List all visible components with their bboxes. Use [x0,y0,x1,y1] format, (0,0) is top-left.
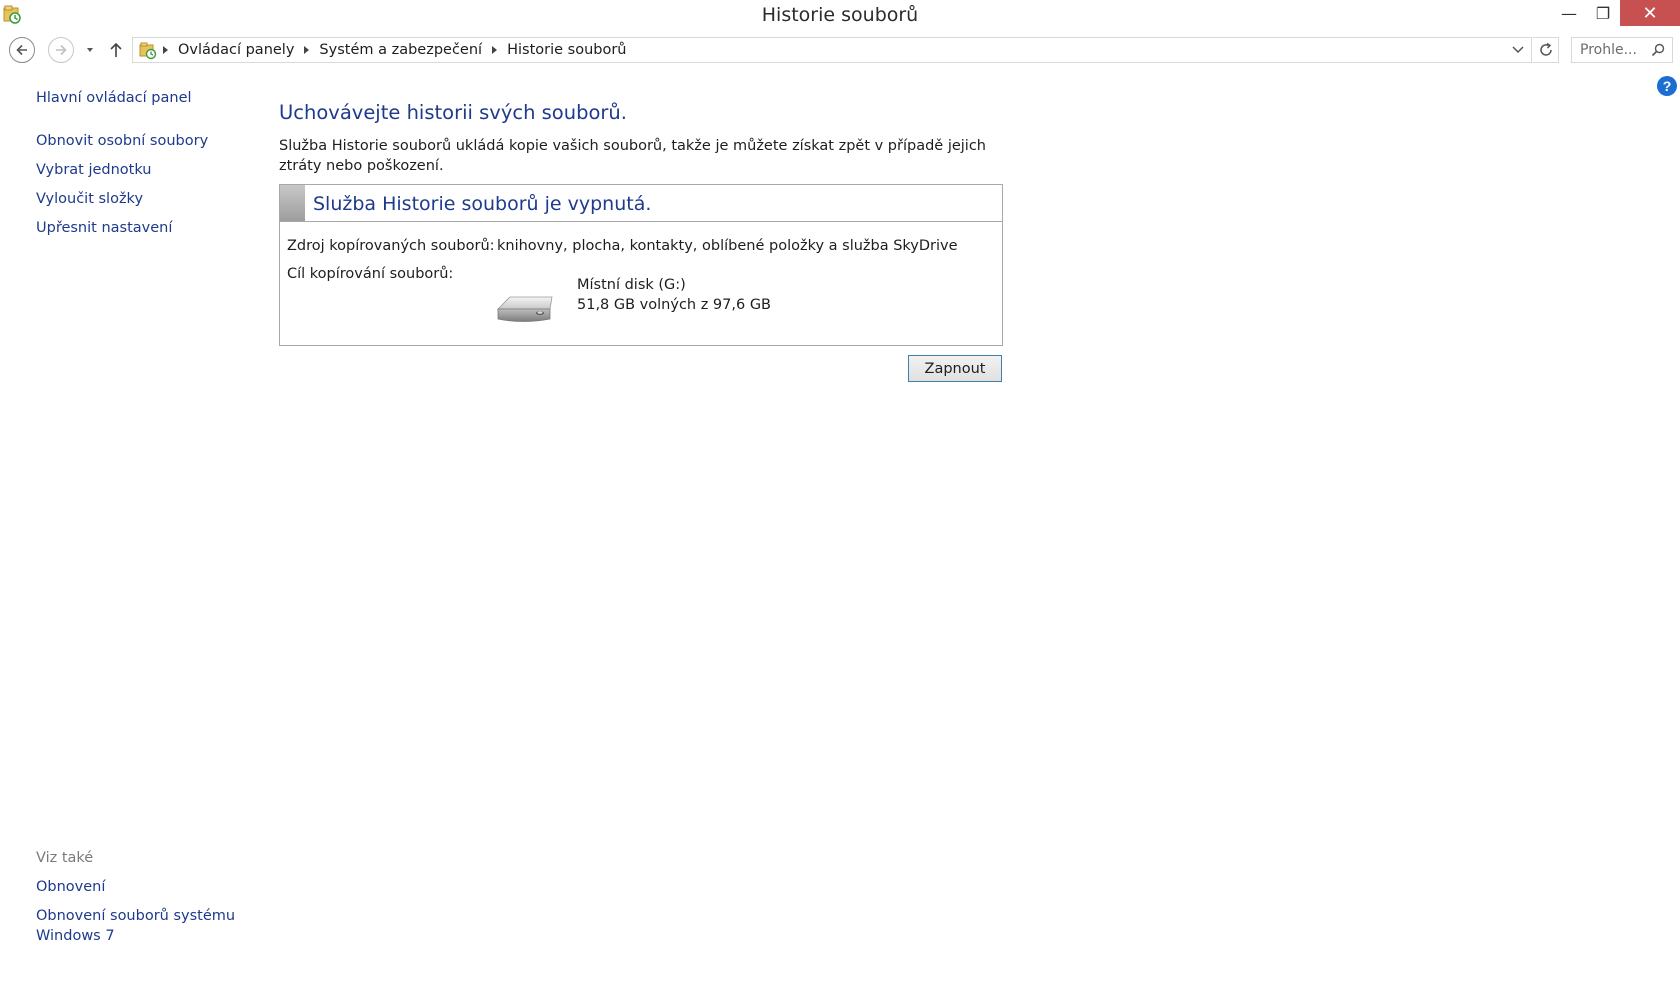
recent-locations-chevron-icon[interactable] [84,44,96,56]
select-drive-link[interactable]: Vybrat jednotku [36,162,152,178]
back-button[interactable] [9,37,35,63]
exclude-folders-link[interactable]: Vyloučit složky [36,191,143,207]
breadcrumb-separator-icon[interactable] [492,46,498,54]
status-title: Služba Historie souborů je vypnutá. [313,193,652,215]
windows7-file-recovery-link-line2[interactable]: Windows 7 [36,928,115,944]
search-icon[interactable] [1651,43,1665,57]
windows7-file-recovery-link[interactable]: Obnovení souborů systému [36,908,235,924]
see-also-label: Viz také [36,850,94,866]
recovery-link[interactable]: Obnovení [36,879,105,895]
restore-personal-files-link[interactable]: Obnovit osobní soubory [36,133,208,149]
turn-on-button[interactable]: Zapnout [908,355,1002,382]
up-arrow-icon[interactable] [108,40,124,60]
advanced-settings-link[interactable]: Upřesnit nastavení [36,220,172,236]
breadcrumb-system-security[interactable]: Systém a zabezpečení [319,42,482,58]
navigation-bar: Ovládací panely Systém a zabezpečení His… [0,35,1680,67]
address-bar[interactable]: Ovládací panely Systém a zabezpečení His… [132,37,1532,63]
page-title: Uchovávejte historii svých souborů. [279,101,627,124]
minimize-button[interactable]: — [1552,0,1586,26]
help-icon[interactable]: ? [1657,76,1677,96]
breadcrumb-separator-icon[interactable] [304,46,310,54]
breadcrumb: Ovládací panely Systém a zabezpečení His… [163,38,626,62]
hard-drive-icon [497,296,553,322]
chevron-down-icon[interactable] [1511,44,1525,56]
breadcrumb-file-history[interactable]: Historie souborů [507,42,626,58]
arrow-left-icon [16,44,27,56]
refresh-button[interactable] [1533,37,1559,63]
search-placeholder: Prohle... [1580,42,1637,58]
maximize-button[interactable]: ❐ [1586,0,1620,26]
breadcrumb-separator-icon[interactable] [163,46,168,54]
folder-history-icon [139,42,157,60]
status-header: Služba Historie souborů je vypnutá. [280,185,1002,222]
window-title: Historie souborů [761,4,919,26]
status-panel: Služba Historie souborů je vypnutá. Zdro… [279,184,1003,346]
search-input[interactable]: Prohle... [1571,37,1673,63]
source-label: Zdroj kopírovaných souborů: [287,238,495,254]
breadcrumb-control-panel[interactable]: Ovládací panely [178,42,294,58]
close-button[interactable]: ✕ [1620,0,1680,26]
drive-free-space: 51,8 GB volných z 97,6 GB [577,297,772,313]
target-label: Cíl kopírování souborů: [287,266,454,282]
source-value: knihovny, plocha, kontakty, oblíbené pol… [497,238,958,254]
refresh-icon [1539,42,1552,56]
title-bar: Historie souborů — ❐ ✕ [0,0,1680,29]
page-description: Služba Historie souborů ukládá kopie vaš… [279,138,986,174]
status-indicator-bar [280,185,305,221]
arrow-right-icon [56,44,67,56]
forward-button[interactable] [48,37,74,63]
drive-name: Místní disk (G:) [577,277,686,293]
control-panel-home-link[interactable]: Hlavní ovládací panel [36,90,192,106]
